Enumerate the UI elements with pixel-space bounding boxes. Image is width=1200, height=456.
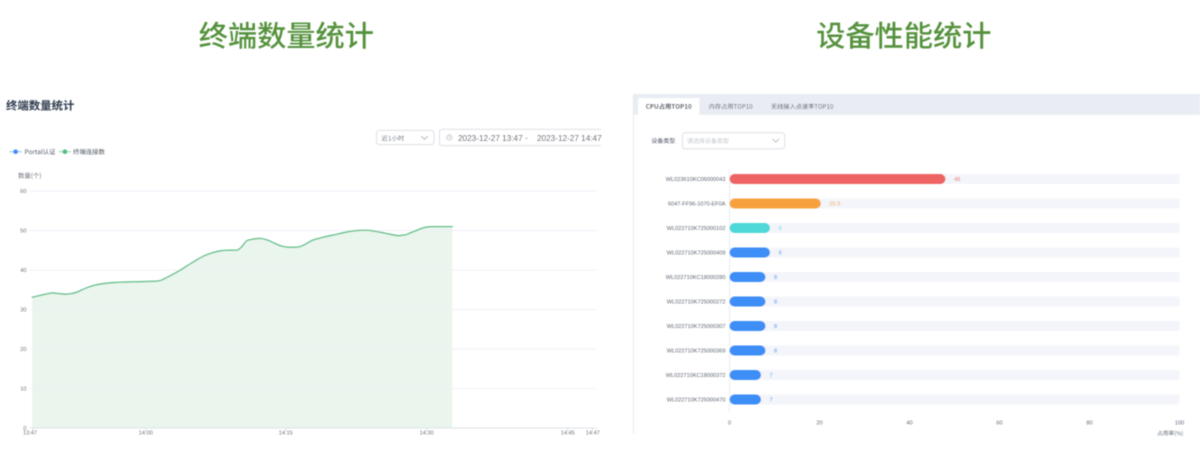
svg-text:13:47: 13:47 <box>23 431 37 437</box>
svg-text:6047-FF96-1070-EF0A: 6047-FF96-1070-EF0A <box>668 202 726 208</box>
svg-text:10: 10 <box>20 387 26 393</box>
svg-text:WL022710K725000102: WL022710K725000102 <box>667 226 726 232</box>
svg-text:14:30: 14:30 <box>420 431 434 437</box>
svg-text:40: 40 <box>20 268 26 274</box>
svg-text:WL022710K725000470: WL022710K725000470 <box>667 398 726 404</box>
svg-text:7: 7 <box>770 373 773 379</box>
svg-text:WL022710KC18000372: WL022710KC18000372 <box>666 373 726 379</box>
svg-text:50: 50 <box>20 228 26 234</box>
svg-text:14:47: 14:47 <box>586 431 600 437</box>
svg-text:80: 80 <box>1086 421 1092 427</box>
svg-text:2023-12-27 13:47: 2023-12-27 13:47 <box>458 134 523 143</box>
svg-text:30: 30 <box>20 307 26 313</box>
svg-text:8: 8 <box>774 349 777 355</box>
svg-text:WL022710KC18000280: WL022710KC18000280 <box>666 275 726 281</box>
svg-text:WL022710K725000272: WL022710K725000272 <box>667 300 726 306</box>
svg-text:WL022710K725000307: WL022710K725000307 <box>667 324 726 330</box>
svg-text:0: 0 <box>728 421 731 427</box>
svg-text:100: 100 <box>1175 421 1184 427</box>
svg-text:8: 8 <box>774 300 777 306</box>
svg-text:9: 9 <box>779 226 782 232</box>
svg-text:60: 60 <box>996 421 1002 427</box>
svg-text:60: 60 <box>20 189 26 195</box>
svg-text:2023-12-27 14:47: 2023-12-27 14:47 <box>537 134 602 143</box>
svg-text:7: 7 <box>770 398 773 404</box>
svg-text:WL022710K725000409: WL022710K725000409 <box>667 251 726 257</box>
svg-text:40: 40 <box>906 421 912 427</box>
svg-text:14:45: 14:45 <box>561 431 575 437</box>
svg-text:WL023610KC06000043: WL023610KC06000043 <box>666 177 726 183</box>
svg-text:20: 20 <box>20 347 26 353</box>
svg-text:14:00: 14:00 <box>139 431 153 437</box>
svg-text:-: - <box>525 133 528 142</box>
svg-text:20: 20 <box>816 421 822 427</box>
svg-text:48: 48 <box>954 177 960 183</box>
svg-text:14:15: 14:15 <box>279 431 293 437</box>
svg-text:9: 9 <box>779 251 782 257</box>
svg-text:8: 8 <box>774 275 777 281</box>
svg-text:WL022710K725000369: WL022710K725000369 <box>667 349 726 355</box>
svg-text:8: 8 <box>774 324 777 330</box>
svg-text:20.3: 20.3 <box>829 202 840 208</box>
